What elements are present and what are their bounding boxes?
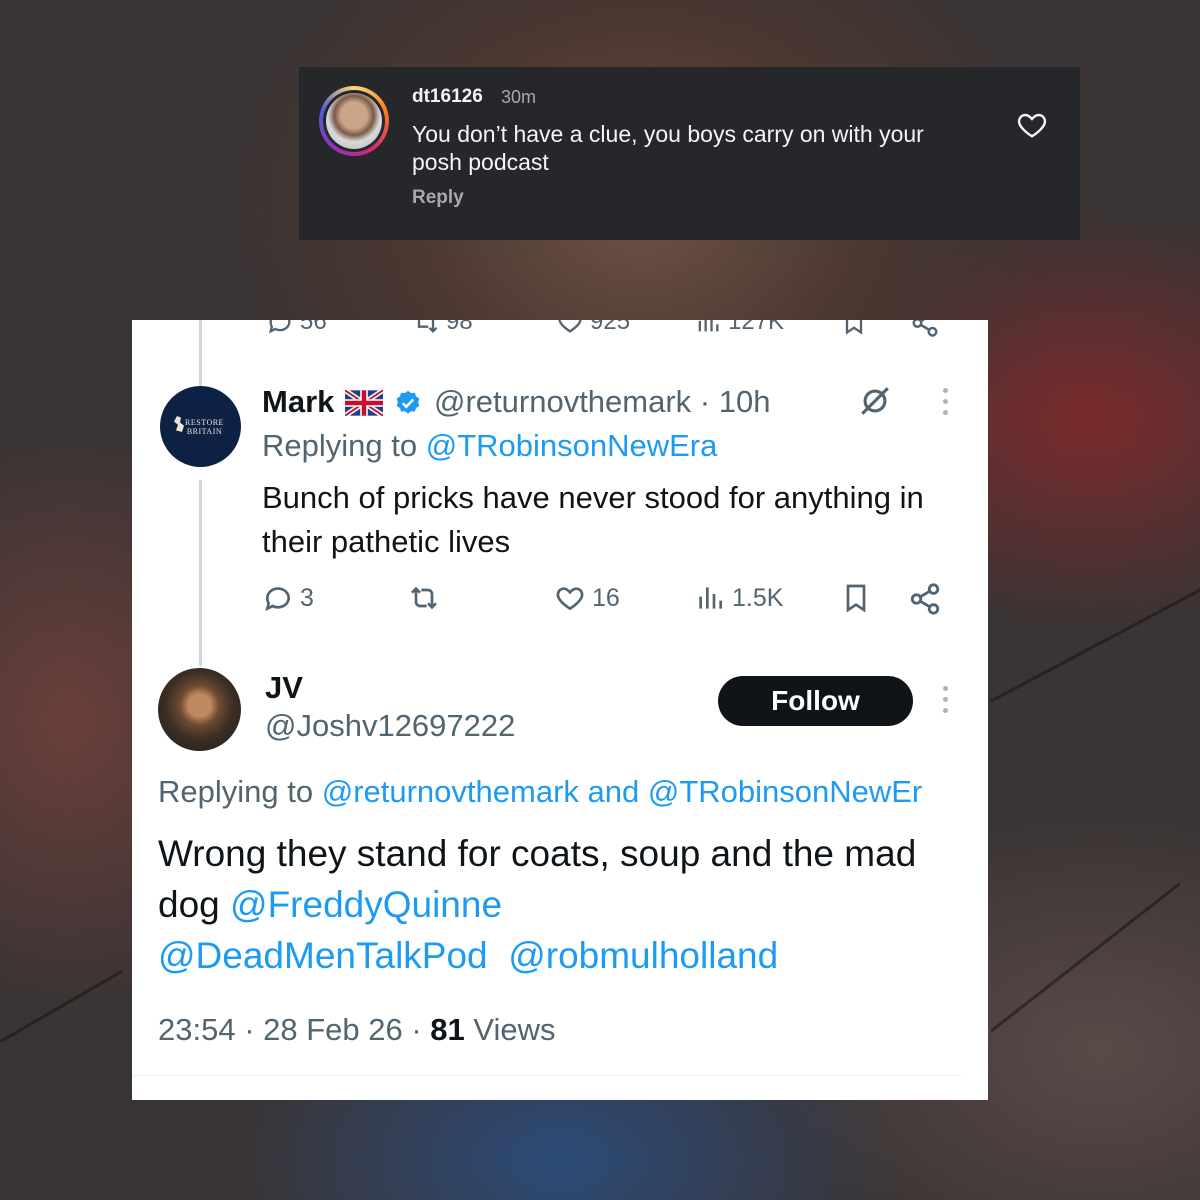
like-action[interactable]: 16 [554, 582, 620, 614]
mention-link[interactable]: @DeadMenTalkPod [158, 935, 488, 976]
views-count: 127K [728, 320, 785, 335]
mark-display-name[interactable]: Mark [262, 384, 334, 420]
replying-handle-link[interactable]: @TRobinsonNewEra [426, 428, 718, 463]
background-cable [0, 970, 123, 1043]
views-action[interactable]: 127K [694, 320, 784, 336]
background-cable [990, 882, 1181, 1033]
comment-text: You don’t have a clue, you boys carry on… [412, 121, 924, 175]
views-action[interactable]: 1.5K [694, 582, 783, 614]
retweet-action[interactable]: 98 [412, 320, 473, 336]
commenter-username[interactable]: dt16126 [412, 86, 483, 108]
jv-tweet-text: Wrong they stand for coats, soup and the… [158, 828, 958, 981]
like-count: 16 [592, 583, 620, 612]
reply-count: 56 [300, 320, 327, 335]
mention-link[interactable]: @robmulholland [508, 935, 778, 976]
reply-action[interactable]: 3 [262, 582, 314, 614]
replying-handle-link[interactable]: @TRobinsonNewEr [648, 774, 922, 809]
instagram-comment: dt16126 30m You don’t have a clue, you b… [299, 67, 1080, 240]
timestamp[interactable]: 23:54 · 28 Feb 26 · [158, 1012, 430, 1047]
views-count: 81 [430, 1012, 465, 1047]
divider [132, 1075, 962, 1076]
background-cable [990, 577, 1200, 703]
retweet-action[interactable] [408, 582, 440, 614]
tweet-thread-card: 56 98 925 127K RESTORE BRITAIN Mark @ret… [132, 320, 988, 1100]
jv-handle[interactable]: @Joshv12697222 [265, 708, 515, 744]
reply-icon [265, 587, 290, 612]
replying-and: and [578, 774, 648, 809]
retweet-icon [417, 320, 438, 333]
thread-line [199, 480, 202, 666]
heart-icon [556, 587, 584, 611]
reply-count: 3 [300, 583, 314, 612]
heart-icon[interactable] [1016, 109, 1048, 141]
mark-handle-time[interactable]: @returnovthemark · 10h [434, 384, 770, 420]
share-icon[interactable] [908, 582, 942, 616]
views-count: 1.5K [732, 583, 784, 612]
reply-action[interactable]: 56 [266, 320, 327, 336]
views-icon [698, 320, 719, 332]
verified-badge-icon [396, 390, 420, 414]
mark-tweet-text: Bunch of pricks have never stood for any… [262, 480, 924, 559]
jv-display-name[interactable]: JV [265, 670, 303, 706]
more-options-icon[interactable] [941, 686, 949, 716]
heart-icon [558, 320, 582, 333]
share-icon[interactable] [910, 320, 940, 338]
bookmark-icon[interactable] [840, 582, 872, 614]
retweet-count: 98 [446, 320, 473, 335]
parent-tweet-actions: 56 98 925 127K [132, 320, 988, 338]
jv-replying-to: Replying to @returnovthemark and @TRobin… [158, 774, 922, 810]
follow-button[interactable]: Follow [718, 676, 913, 726]
mark-avatar[interactable]: RESTORE BRITAIN [160, 386, 241, 467]
like-count: 925 [590, 320, 631, 335]
mark-tweet-actions: 3 16 1.5K [262, 582, 962, 622]
reply-icon [268, 320, 291, 334]
jv-avatar[interactable] [158, 668, 241, 751]
replying-handle-link[interactable]: @returnovthemark [322, 774, 579, 809]
union-jack-flag-icon [345, 390, 383, 416]
views-icon [699, 587, 722, 609]
views-label: Views [464, 1012, 556, 1047]
reply-button[interactable]: Reply [412, 187, 464, 209]
grok-icon[interactable] [858, 384, 892, 418]
like-action[interactable]: 925 [556, 320, 630, 336]
comment-time: 30m [501, 87, 537, 107]
mark-replying-to: Replying to @TRobinsonNewEra [262, 428, 717, 464]
retweet-icon [411, 586, 437, 610]
replying-prefix: Replying to [158, 774, 322, 809]
bookmark-icon[interactable] [840, 320, 868, 336]
mention-link[interactable]: @FreddyQuinne [230, 884, 502, 925]
commenter-avatar[interactable] [319, 86, 389, 156]
replying-prefix: Replying to [262, 428, 426, 463]
tweet-timestamp-views: 23:54 · 28 Feb 26 · 81 Views [158, 1012, 556, 1048]
more-options-icon[interactable] [941, 388, 949, 418]
